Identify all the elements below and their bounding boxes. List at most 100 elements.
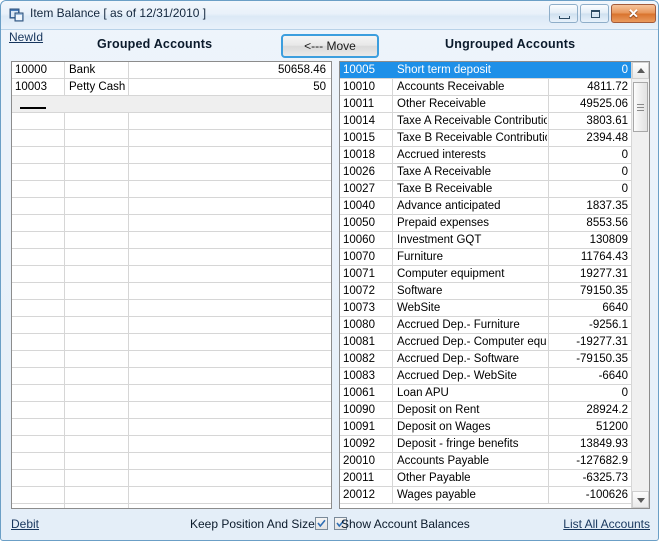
keep-position-label: Keep Position And Size [190, 517, 315, 531]
table-row[interactable]: 20010 Accounts Payable -127682.9 [340, 453, 631, 470]
grouped-rows-container: 10000 Bank 50658.46 10003 Petty Cash 50 [12, 62, 331, 508]
table-row[interactable]: 10072 Software 79150.35 [340, 283, 631, 300]
table-row[interactable]: 10091 Deposit on Wages 51200 [340, 419, 631, 436]
text-cursor-icon [20, 107, 46, 109]
table-row[interactable]: 10070 Furniture 11764.43 [340, 249, 631, 266]
vertical-scrollbar[interactable] [631, 62, 649, 508]
table-row[interactable]: 10080 Accrued Dep.- Furniture -9256.1 [340, 317, 631, 334]
table-row[interactable]: 10050 Prepaid expenses 8553.56 [340, 215, 631, 232]
table-row[interactable]: 10003 Petty Cash 50 [12, 79, 331, 96]
empty-row [12, 453, 331, 470]
close-button[interactable]: ✕ [611, 4, 656, 23]
app-form-icon [9, 8, 24, 22]
scroll-down-button[interactable] [632, 491, 649, 508]
table-row[interactable]: 10011 Other Receivable 49525.06 [340, 96, 631, 113]
scroll-up-button[interactable] [632, 62, 649, 79]
table-row[interactable]: 10010 Accounts Receivable 4811.72 [340, 79, 631, 96]
cell-account-balance: 0 [621, 149, 628, 161]
empty-row [12, 317, 331, 334]
close-icon: ✕ [628, 6, 639, 21]
cell-account-balance: 28924.2 [586, 404, 628, 416]
empty-row [12, 436, 331, 453]
status-bar: Debit Keep Position And Size Show Accoun… [1, 513, 658, 540]
empty-row [12, 147, 331, 164]
title-bar: Item Balance [ as of 12/31/2010 ] ✕ [1, 1, 658, 30]
empty-row [12, 470, 331, 487]
table-row[interactable]: 10071 Computer equipment 19277.31 [340, 266, 631, 283]
cell-account-balance: -19277.31 [576, 336, 628, 348]
table-row[interactable]: 10026 Taxe A Receivable 0 [340, 164, 631, 181]
maximize-button[interactable] [580, 4, 609, 23]
empty-row [12, 215, 331, 232]
cell-account-id: 10080 [343, 319, 375, 331]
cell-account-balance: -9256.1 [588, 319, 628, 331]
cell-account-balance: 3803.61 [586, 115, 628, 127]
table-row[interactable]: 10061 Loan APU 0 [340, 385, 631, 402]
cell-account-balance: -6325.73 [582, 472, 628, 484]
minimize-icon [559, 16, 570, 19]
new-id-link[interactable]: NewId [9, 30, 43, 44]
checkmark-icon [317, 519, 326, 528]
list-all-accounts-link[interactable]: List All Accounts [563, 517, 650, 531]
table-row[interactable]: 10005 Short term deposit 0 [340, 62, 631, 79]
cell-account-id: 10083 [343, 370, 375, 382]
table-row[interactable]: 10090 Deposit on Rent 28924.2 [340, 402, 631, 419]
minimize-button[interactable] [549, 4, 578, 23]
cell-account-balance: 79150.35 [580, 285, 628, 297]
maximize-icon [591, 10, 600, 18]
empty-row [12, 283, 331, 300]
cell-account-id: 10071 [343, 268, 375, 280]
ungrouped-rows-container: 10005 Short term deposit 0 10010 Accounts Re… [340, 62, 631, 504]
table-row[interactable]: 10000 Bank 50658.46 [12, 62, 331, 79]
thumb-grip-icon [637, 104, 644, 105]
table-row[interactable]: 10060 Investment GQT 130809 [340, 232, 631, 249]
cell-account-id: 10014 [343, 115, 375, 127]
cell-account-balance: 51200 [596, 421, 628, 433]
table-row[interactable]: 20012 Wages payable -100626 [340, 487, 631, 504]
table-row[interactable]: 10081 Accrued Dep.- Computer equip. -19277… [340, 334, 631, 351]
cell-account-balance: -127682.9 [576, 455, 628, 467]
table-row[interactable]: 10018 Accrued interests 0 [340, 147, 631, 164]
cell-account-balance: 13849.93 [580, 438, 628, 450]
cell-account-balance: -100626 [585, 489, 628, 501]
window-title: Item Balance [ as of 12/31/2010 ] [30, 6, 207, 20]
table-row[interactable]: 10092 Deposit - fringe benefits 13849.93 [340, 436, 631, 453]
keep-position-checkbox[interactable] [315, 517, 328, 530]
cell-account-id: 10091 [343, 421, 375, 433]
move-button[interactable]: <--- Move [281, 34, 379, 58]
grouped-accounts-grid[interactable]: 10000 Bank 50658.46 10003 Petty Cash 50 [11, 61, 332, 509]
cell-account-id: 20012 [343, 489, 375, 501]
table-row[interactable]: 10082 Accrued Dep.- Software -79150.35 [340, 351, 631, 368]
cell-account-balance: 130809 [589, 234, 628, 246]
empty-row [12, 232, 331, 249]
cell-account-balance: -6640 [598, 370, 628, 382]
table-row[interactable]: 10014 Taxe A Receivable Contribution 3803.… [340, 113, 631, 130]
new-account-row[interactable] [12, 96, 331, 113]
cell-account-balance: 0 [621, 166, 628, 178]
scrollbar-thumb[interactable] [633, 82, 648, 132]
cell-account-id: 10003 [15, 81, 47, 93]
table-row[interactable]: 20011 Other Payable -6325.73 [340, 470, 631, 487]
cell-account-balance: 8553.56 [586, 217, 628, 229]
ungrouped-accounts-grid[interactable]: 10005 Short term deposit 0 10010 Accounts Re… [339, 61, 650, 509]
cell-account-balance: -79150.35 [576, 353, 628, 365]
cell-account-id: 10026 [343, 166, 375, 178]
cell-account-balance: 0 [621, 183, 628, 195]
cell-account-id: 10005 [343, 64, 375, 76]
cell-account-id: 10070 [343, 251, 375, 263]
cell-account-balance: 6640 [602, 302, 628, 314]
table-row[interactable]: 10027 Taxe B Receivable 0 [340, 181, 631, 198]
table-row[interactable]: 10083 Accrued Dep.- WebSite -6640 [340, 368, 631, 385]
cell-account-id: 20011 [343, 472, 375, 484]
table-row[interactable]: 10073 WebSite 6640 [340, 300, 631, 317]
cell-account-id: 10010 [343, 81, 375, 93]
table-row[interactable]: 10040 Advance anticipated 1837.35 [340, 198, 631, 215]
cell-account-id: 10081 [343, 336, 375, 348]
window-controls: ✕ [549, 4, 656, 23]
table-row[interactable]: 10015 Taxe B Receivable Contribution 2394.… [340, 130, 631, 147]
cell-account-id: 10027 [343, 183, 375, 195]
empty-row [12, 300, 331, 317]
debit-link[interactable]: Debit [11, 517, 39, 531]
cell-account-id: 10050 [343, 217, 375, 229]
empty-row [12, 402, 331, 419]
